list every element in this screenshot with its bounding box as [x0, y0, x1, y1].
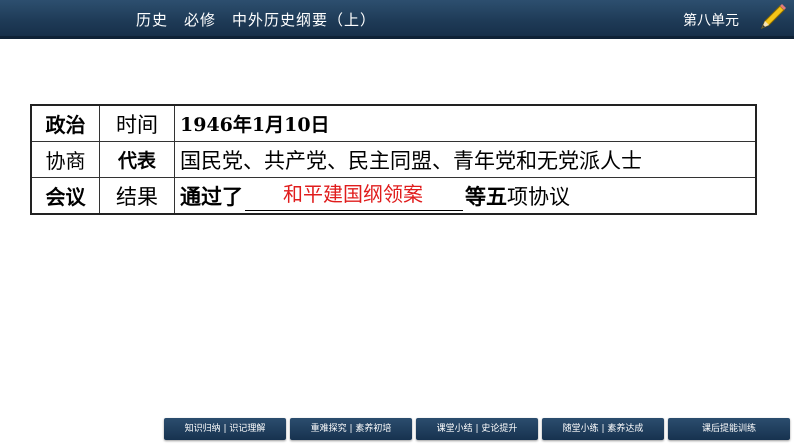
result-suffix-bold: 等五: [465, 184, 507, 209]
result-value: 通过了 和平建国纲领案 等五项协议: [174, 177, 757, 215]
table-row: 政治 时间 1946年1月10日: [30, 104, 757, 142]
nav-button-explore[interactable]: 重难探究 | 素养初培: [290, 418, 412, 440]
info-table: 政治 时间 1946年1月10日 协商 代表 国民党、共产党、民主同盟、青年党和…: [30, 104, 757, 215]
row-header-result: 结果: [99, 177, 175, 215]
nav-button-practice[interactable]: 随堂小练 | 素养达成: [542, 418, 664, 440]
course-title: 历史 必修 中外历史纲要（上）: [136, 11, 377, 29]
nav-button-training[interactable]: 课后提能训练: [668, 418, 790, 440]
row-label-cell: 会议: [30, 177, 100, 215]
nav-button-knowledge[interactable]: 知识归纳 | 识记理解: [164, 418, 286, 440]
result-prefix: 通过了: [180, 184, 243, 209]
answer-blank[interactable]: 和平建国纲领案: [245, 182, 463, 211]
result-suffix: 项协议: [507, 184, 570, 209]
row-header-delegates: 代表: [99, 141, 175, 178]
row-label-cell: 政治: [30, 104, 100, 142]
row-label-cell: 协商: [30, 141, 100, 178]
unit-label: 第八单元: [683, 13, 739, 29]
time-value: 1946年1月10日: [174, 104, 757, 142]
pencil-icon: [761, 4, 786, 29]
delegates-value: 国民党、共产党、民主同盟、青年党和无党派人士: [174, 141, 757, 178]
table-row: 会议 结果 通过了 和平建国纲领案 等五项协议: [30, 177, 757, 215]
answer-text: 和平建国纲领案: [283, 181, 423, 206]
header-bar: 历史 必修 中外历史纲要（上） 第八单元: [0, 0, 794, 36]
nav-button-summary[interactable]: 课堂小结 | 史论提升: [416, 418, 538, 440]
table-row: 协商 代表 国民党、共产党、民主同盟、青年党和无党派人士: [30, 141, 757, 178]
row-header-time: 时间: [99, 104, 175, 142]
header-divider: [0, 36, 794, 39]
